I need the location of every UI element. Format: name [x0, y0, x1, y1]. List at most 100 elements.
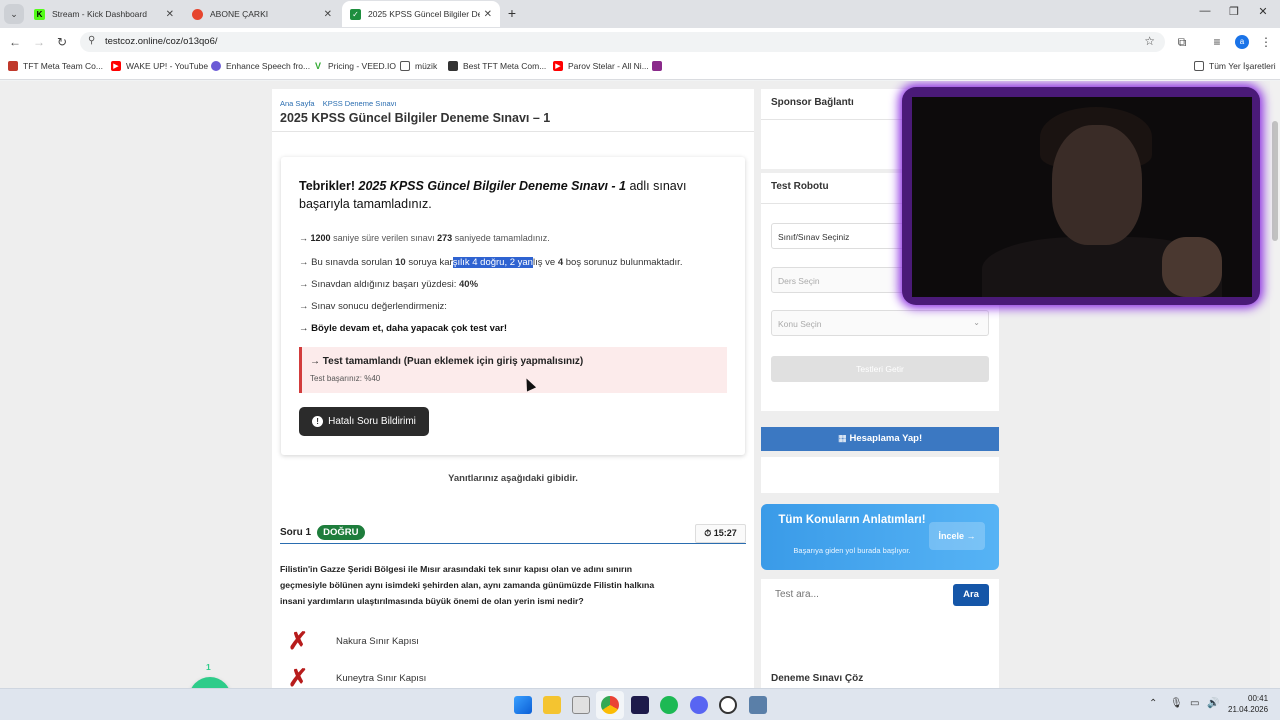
tab-title: 2025 KPSS Güncel Bilgiler Dene: [368, 9, 480, 19]
report-error-button[interactable]: ! Hatalı Soru Bildirimi: [299, 407, 429, 436]
all-bookmarks[interactable]: Tüm Yer İşaretleri: [1194, 61, 1276, 71]
tab-kick-dashboard[interactable]: K Stream - Kick Dashboard ✕: [26, 1, 182, 27]
evaluation-value: → Böyle devam et, daha yapacak çok test …: [299, 323, 508, 334]
sponsor-title: Sponsor Bağlantı: [771, 97, 854, 108]
bookmark-item[interactable]: ▶ Parov Stelar - All Ni...: [553, 61, 649, 71]
scrollbar[interactable]: [1270, 81, 1280, 688]
media-control-icon[interactable]: ≡: [1209, 34, 1225, 50]
deneme-panel: Deneme Sınavı Çöz: [761, 665, 999, 688]
site-info-icon[interactable]: ⚲: [88, 35, 95, 46]
url-text: testcoz.online/coz/o13qo6/: [105, 36, 218, 47]
restore-icon[interactable]: ❐: [1225, 5, 1243, 18]
exam-name: 2025 KPSS Güncel Bilgiler Deneme Sınavı …: [358, 179, 626, 193]
bookmark-item[interactable]: V Pricing - VEED.IO: [313, 61, 396, 71]
time-line: → 1200 saniye süre verilen sınavı 273 sa…: [299, 233, 550, 243]
promo-title: Tüm Konuların Anlatımları!: [778, 514, 926, 526]
minimize-icon[interactable]: —: [1196, 5, 1214, 17]
bookmark-item[interactable]: [652, 61, 667, 71]
obs-icon[interactable]: [719, 696, 737, 714]
chrome-icon[interactable]: [601, 696, 619, 714]
test-robot-title: Test Robotu: [771, 181, 829, 192]
breadcrumb-section-link[interactable]: KPSS Deneme Sınavı: [323, 99, 397, 108]
chat-button[interactable]: [189, 677, 231, 688]
tab-search-chevron-icon[interactable]: ⌄: [4, 4, 24, 24]
option-label: Nakura Sınır Kapısı: [336, 635, 419, 647]
clock-date: 21.04.2026: [1228, 705, 1269, 714]
exclamation-icon: !: [312, 416, 324, 427]
select-value: Sınıf/Sınav Seçiniz: [778, 232, 850, 242]
page-viewport: Ana Sayfa KPSS Deneme Sınavı 2025 KPSS G…: [0, 81, 1280, 688]
answers-note: Yanıtlarınız aşağıdaki gibidir.: [448, 473, 578, 484]
scrollbar-thumb[interactable]: [1272, 121, 1278, 241]
tft-icon: [448, 61, 458, 71]
bookmark-label: Tüm Yer İşaretleri: [1209, 61, 1276, 71]
close-icon[interactable]: ✕: [324, 9, 332, 20]
evaluation-label: → Sınav sonucu değerlendirmeniz:: [299, 301, 447, 312]
forward-arrow-icon[interactable]: →: [31, 34, 47, 50]
wrong-x-icon: ✗: [288, 626, 309, 655]
calculate-button[interactable]: ▦ Hesaplama Yap!: [761, 427, 999, 451]
close-icon[interactable]: ✕: [166, 9, 174, 20]
login-alert: → Test tamamlandı (Puan eklemek için gir…: [299, 347, 727, 393]
promo-explore-button[interactable]: İncele →: [929, 522, 985, 550]
extensions-puzzle-icon[interactable]: ⧉: [1174, 34, 1190, 50]
premiere-icon[interactable]: [631, 696, 649, 714]
bookmark-item[interactable]: Enhance Speech fro...: [211, 61, 310, 71]
close-icon[interactable]: ✕: [484, 9, 492, 20]
option-label: Kuneytra Sınır Kapısı: [336, 672, 427, 684]
question-timer: ⏱ 15:27: [695, 524, 746, 543]
store-icon[interactable]: [572, 696, 590, 714]
bookmark-item[interactable]: TFT Meta Team Co...: [8, 61, 103, 71]
tab-kpss-exam[interactable]: ✓ 2025 KPSS Güncel Bilgiler Dene ✕: [342, 1, 500, 27]
microphone-icon[interactable]: 🎙: [1170, 698, 1183, 709]
profile-avatar[interactable]: a: [1235, 35, 1249, 49]
question-number: Soru 1: [280, 527, 312, 538]
get-tests-button[interactable]: Testleri Getir: [771, 356, 989, 382]
address-bar[interactable]: ⚲ testcoz.online/coz/o13qo6/ ☆: [80, 32, 1165, 52]
bookmark-label: WAKE UP! - YouTube: [126, 61, 209, 71]
webcam-hand: [1162, 237, 1222, 297]
spotify-icon[interactable]: [660, 696, 678, 714]
windows-start-icon[interactable]: [514, 696, 532, 714]
window-close-icon[interactable]: ✕: [1254, 5, 1272, 18]
discord-icon[interactable]: [690, 696, 708, 714]
answer-option[interactable]: ✗ Kuneytra Sınır Kapısı: [288, 663, 427, 689]
answer-option[interactable]: ✗ Nakura Sınır Kapısı: [288, 629, 419, 653]
alert-subtitle: Test başarınız: %40: [310, 374, 381, 383]
volume-icon[interactable]: 🔊: [1207, 698, 1219, 709]
bookmark-label: TFT Meta Team Co...: [23, 61, 103, 71]
question-divider: [280, 543, 746, 544]
wrong-x-icon: ✗: [288, 663, 309, 689]
bookmark-star-icon[interactable]: ☆: [1144, 34, 1155, 48]
page-title: 2025 KPSS Güncel Bilgiler Deneme Sınavı …: [280, 111, 551, 125]
bookmark-favicon: [8, 61, 18, 71]
reload-icon[interactable]: ↻: [54, 34, 70, 50]
time-text: saniye süre verilen sınavı: [333, 233, 435, 243]
bookmark-item[interactable]: Best TFT Meta Com...: [448, 61, 546, 71]
topic-select[interactable]: Konu Seçin ⌄: [771, 310, 989, 336]
tab-abone-carki[interactable]: ABONE ÇARKI ✕: [184, 1, 340, 27]
webcam-overlay: [902, 87, 1260, 305]
menu-kebab-icon[interactable]: ⋮: [1258, 34, 1274, 50]
system-clock[interactable]: 00:41 21.04.2026: [1228, 693, 1268, 715]
bookmarks-bar: TFT Meta Team Co... ▶ WAKE UP! - YouTube …: [0, 56, 1280, 80]
file-explorer-icon[interactable]: [543, 696, 561, 714]
bookmark-folder[interactable]: müzik: [400, 61, 437, 71]
test-search-panel: Ara: [761, 579, 999, 665]
bookmark-item[interactable]: ▶ WAKE UP! - YouTube: [111, 61, 208, 71]
app-icon[interactable]: [749, 696, 767, 714]
new-tab-plus-icon[interactable]: +: [504, 5, 520, 21]
breadcrumb-home-link[interactable]: Ana Sayfa: [280, 99, 315, 108]
back-arrow-icon[interactable]: ←: [7, 34, 23, 50]
congrats-prefix: Tebrikler!: [299, 179, 356, 193]
test-search-input[interactable]: [767, 583, 947, 605]
folder-icon: [400, 61, 410, 71]
display-icon[interactable]: ▭: [1190, 698, 1199, 709]
bookmark-favicon: [652, 61, 662, 71]
summary-text: soruya kar: [408, 257, 453, 268]
veed-icon: V: [313, 61, 323, 71]
result-box: Tebrikler! 2025 KPSS Güncel Bilgiler Den…: [281, 157, 745, 455]
search-button[interactable]: Ara: [953, 584, 989, 606]
main-content-card: Ana Sayfa KPSS Deneme Sınavı 2025 KPSS G…: [272, 89, 754, 688]
tray-chevron-up-icon[interactable]: ⌃: [1149, 698, 1157, 709]
